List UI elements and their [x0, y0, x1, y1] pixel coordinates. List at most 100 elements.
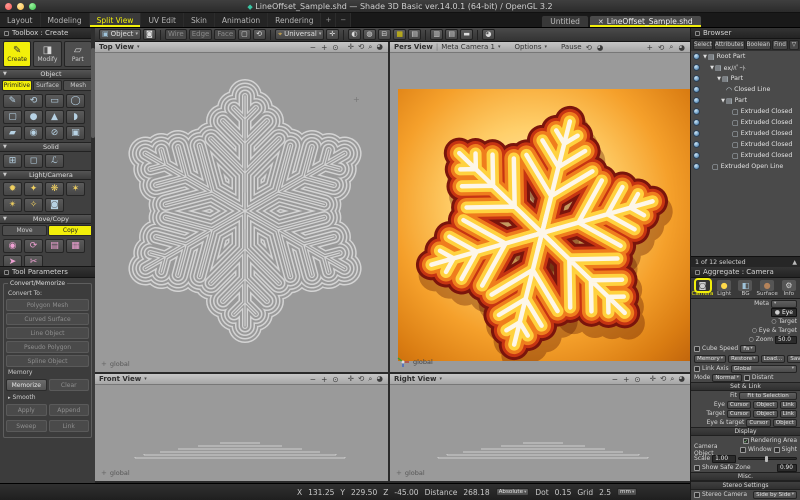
revolve-tool-icon[interactable]: ⟲ — [24, 94, 43, 108]
viewport-name[interactable]: Pers View — [394, 43, 433, 51]
visibility-toggle[interactable] — [693, 163, 700, 170]
safe-zone-value-field[interactable]: 0.90 — [777, 464, 797, 472]
save-button[interactable]: Save... — [787, 355, 800, 363]
trim-icon[interactable]: ✂ — [24, 255, 43, 266]
single-view-button[interactable]: ▥ — [430, 29, 443, 40]
vector-move-icon[interactable]: ➤ — [3, 255, 22, 266]
ellipse-tool-icon[interactable]: ⊘ — [45, 126, 64, 140]
browser-tab-select[interactable]: Select — [693, 40, 713, 50]
eye-link-button[interactable]: Link — [780, 401, 797, 409]
pan-icon[interactable]: ✛ — [347, 42, 355, 52]
panel-collapse-icon[interactable] — [695, 31, 700, 36]
tab-skin[interactable]: Skin — [184, 13, 215, 27]
zoom-radio[interactable]: ○ Zoom — [749, 336, 773, 343]
smooth-append-button[interactable]: Append — [49, 404, 90, 416]
doc-tab-lineoffset[interactable]: ✕ LineOffset_Sample.shd — [589, 15, 702, 27]
viewport-name[interactable]: Front View — [99, 375, 141, 383]
ies-light-icon[interactable]: ✧ — [24, 198, 43, 212]
tree-row-extruded-closed[interactable]: ▢ Extruded Closed — [691, 106, 800, 117]
load-button[interactable]: Load... — [761, 355, 786, 363]
solid-box-icon[interactable]: ⊞ — [3, 154, 22, 168]
magnify-icon[interactable]: ⌕ — [669, 374, 675, 384]
shade-preview-icon[interactable]: ◕ — [596, 43, 605, 52]
rotate-copy-icon[interactable]: ⟳ — [24, 239, 43, 253]
object-mode-dropdown[interactable]: ▣ Object ▾ — [99, 29, 141, 40]
agg-tab-bg[interactable]: ◧ BG — [736, 280, 754, 297]
eye-object-button[interactable]: Object — [753, 401, 777, 409]
zoom-in-icon[interactable]: + — [622, 375, 630, 384]
disc-tool-icon[interactable]: ◉ — [24, 126, 43, 140]
area-light-icon[interactable]: ✶ — [66, 182, 85, 196]
visibility-toggle[interactable] — [693, 152, 700, 159]
array-icon[interactable]: ▦ — [66, 239, 85, 253]
visibility-toggle[interactable] — [693, 86, 700, 93]
orbit-icon[interactable]: ⟲ — [357, 42, 365, 52]
lasso-rotate-button[interactable]: ⟲ — [253, 29, 266, 40]
tree-row-closed-line[interactable]: ◠ Closed Line — [691, 84, 800, 95]
display-mode-icon[interactable]: ◕ — [375, 42, 384, 52]
pause-button[interactable]: Pause — [561, 43, 582, 51]
orbit-icon[interactable]: ⟲ — [657, 43, 665, 52]
visibility-toggle[interactable] — [693, 97, 700, 104]
options-dropdown[interactable]: Options — [514, 43, 541, 51]
face-select-button[interactable]: Face — [214, 29, 236, 40]
top-view-canvas[interactable]: + + global — [95, 53, 388, 372]
visibility-toggle[interactable] — [693, 53, 700, 60]
tab-animation[interactable]: Animation — [215, 13, 268, 27]
eye-target-radio[interactable]: ○ Eye & Target — [752, 327, 797, 334]
grid-highlight-button[interactable]: ▦ — [393, 29, 406, 40]
mode-dropdown[interactable]: Normal▾ — [712, 374, 742, 382]
restore-button[interactable]: Restore▾ — [728, 355, 759, 363]
show-safe-zone-checkbox[interactable] — [694, 465, 700, 471]
subtab-move[interactable]: Move — [2, 225, 47, 236]
zoom-tool-icon[interactable]: ⊙ — [633, 375, 641, 384]
eye-cursor-button[interactable]: Cursor — [727, 401, 751, 409]
tree-row-extruded-closed[interactable]: ▢ Extruded Closed — [691, 128, 800, 139]
distant-light-icon[interactable]: ❋ — [45, 182, 64, 196]
chevron-down-icon[interactable]: ▾ — [439, 376, 442, 382]
subtab-copy[interactable]: Copy — [48, 225, 93, 236]
target-radio[interactable]: ○ Target — [771, 318, 797, 325]
browser-tab-attributes[interactable]: Attributes — [714, 40, 745, 50]
cube-speed-checkbox[interactable] — [694, 346, 700, 352]
fit-to-selection-button[interactable]: Fit to Selection — [739, 392, 797, 400]
stereo-mode-dropdown[interactable]: Side by Side▾ — [753, 491, 797, 499]
convert-spline-object-button[interactable]: Spline Object — [6, 355, 89, 367]
spot-light-icon[interactable]: ✦ — [24, 182, 43, 196]
ambient-light-icon[interactable]: ✴ — [3, 198, 22, 212]
solid-shell-icon[interactable]: ◻ — [24, 154, 43, 168]
tree-row-ex-part[interactable]: ▼ ▤ ex/ﾊﾟｰﾄ — [691, 62, 800, 73]
cube-tool-icon[interactable]: ▣ — [66, 126, 85, 140]
pers-view-canvas[interactable]: global — [390, 53, 690, 372]
tree-row-extruded-open-line[interactable]: ▢ Extruded Open Line — [691, 161, 800, 172]
panel-collapse-icon[interactable] — [695, 270, 700, 275]
clear-button[interactable]: Clear — [49, 379, 90, 391]
pen-tool-icon[interactable]: ✎ — [3, 94, 22, 108]
link-axis-checkbox[interactable] — [694, 366, 700, 372]
stereo-camera-checkbox[interactable] — [694, 492, 700, 498]
zoom-value-field[interactable]: 50.0 — [775, 336, 797, 344]
panel-collapse-icon[interactable] — [4, 270, 9, 275]
viewport-name[interactable]: Right View — [394, 375, 436, 383]
scale-value-field[interactable]: 1.00 — [712, 455, 736, 463]
section-move-copy[interactable]: ▼ Move/Copy — [0, 214, 95, 224]
wire-select-button[interactable]: Wire — [165, 29, 187, 40]
target-link-button[interactable]: Link — [780, 410, 797, 418]
meta-dropdown[interactable]: ▾ — [771, 300, 797, 308]
visibility-toggle[interactable] — [693, 141, 700, 148]
camera-object-sight-checkbox[interactable] — [774, 447, 780, 453]
chevron-down-icon[interactable]: ▾ — [137, 44, 140, 50]
snap-toggle-button[interactable]: ⊟ — [378, 29, 391, 40]
point-light-icon[interactable]: ✹ — [3, 182, 22, 196]
chevron-down-icon[interactable]: ▾ — [545, 44, 548, 50]
visibility-toggle[interactable] — [693, 130, 700, 137]
cylinder-tool-icon[interactable]: ▰ — [3, 126, 22, 140]
smooth-link-button[interactable]: Link — [49, 420, 90, 432]
scale-slider[interactable] — [738, 457, 797, 460]
camera-select-dropdown[interactable]: Meta Camera 1 — [441, 43, 495, 51]
tree-row-root-part[interactable]: ▼ ▤ Root Part — [691, 51, 800, 62]
cube-speed-dropdown[interactable]: Fa▾ — [740, 345, 755, 353]
circle-tool-icon[interactable]: ◯ — [66, 94, 85, 108]
viewport-name[interactable]: Top View — [99, 43, 134, 51]
camera-mode-button[interactable]: ◙ — [143, 29, 156, 40]
